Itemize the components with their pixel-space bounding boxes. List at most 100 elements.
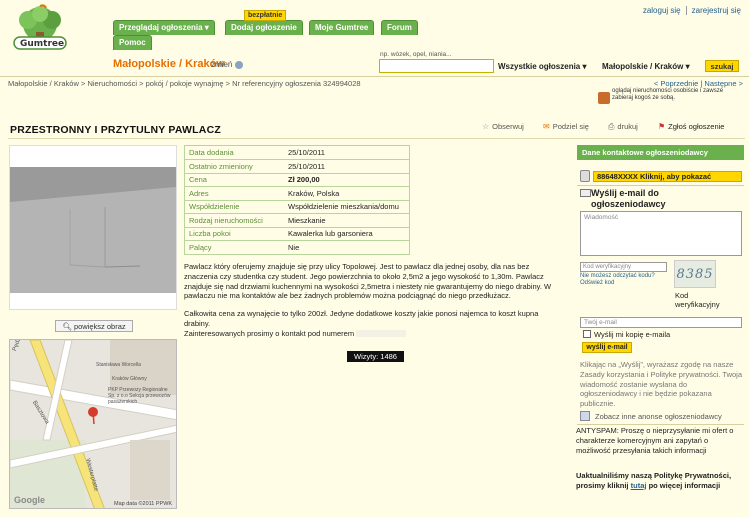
send-copy-checkbox[interactable] bbox=[583, 330, 591, 338]
photo-image bbox=[10, 167, 176, 293]
antispam-notice: ANTYSPAM: Proszę o nieprzysyłanie mi ofe… bbox=[576, 426, 734, 455]
ad-photo[interactable] bbox=[10, 167, 176, 293]
share-icon: ✉ bbox=[543, 122, 550, 131]
view-counter: Wizyty: 1486 bbox=[347, 351, 404, 362]
flag-icon: ⚑ bbox=[658, 122, 666, 131]
table-row: Ostatnio zmieniony 25/10/2011 bbox=[185, 159, 409, 174]
map-brand: Google bbox=[14, 495, 45, 505]
table-row: Współdzielenie Współdzielenie mieszkania/… bbox=[185, 200, 409, 214]
watch-link[interactable]: ☆ Obserwuj bbox=[482, 122, 524, 131]
report-label: Zgłoś ogłoszenie bbox=[668, 122, 725, 131]
send-copy-label: Wyślij mi kopię e-maila bbox=[594, 330, 671, 339]
table-row: Liczba pokoi Kawalerka lub garsoniera bbox=[185, 227, 409, 241]
message-textarea[interactable]: Wiadomość bbox=[580, 211, 742, 256]
chevron-down-icon: ▾ bbox=[582, 62, 587, 71]
report-link[interactable]: ⚑ Zgłoś ogłoszenie bbox=[658, 122, 724, 131]
enlarge-image-button[interactable]: 🔍︎ powiększ obraz bbox=[55, 320, 133, 332]
tab-forum[interactable]: Forum bbox=[381, 20, 418, 35]
location-select[interactable]: Małopolskie / Kraków ▾ bbox=[602, 62, 690, 71]
location-map[interactable]: Pędzichów Stanisława Worcella Kraków Głó… bbox=[9, 339, 177, 509]
description-paragraph: Pawlacz który oferujemy znajduje się prz… bbox=[184, 262, 552, 301]
enlarge-label: powiększ obraz bbox=[73, 322, 126, 331]
detail-key: Liczba pokoi bbox=[185, 227, 284, 241]
description-paragraph: Całkowita cena za wynajęcie to tylko 200… bbox=[184, 309, 539, 328]
globe-icon bbox=[234, 60, 243, 69]
detail-value: Kraków, Polska bbox=[284, 186, 409, 201]
map-copyright: Map data ©2011 PPWK bbox=[114, 501, 173, 507]
watch-label: Obserwuj bbox=[492, 122, 524, 131]
change-location-link[interactable]: zmień bbox=[211, 60, 243, 69]
show-phone-button[interactable]: 88648XXXX Kliknij, aby pokazać bbox=[593, 171, 742, 182]
divider bbox=[577, 185, 744, 186]
category-select-value: Wszystkie ogłoszenia bbox=[498, 62, 581, 71]
detail-value: Współdzielenie mieszkania/domu bbox=[284, 200, 409, 214]
free-badge: bezpłatnie bbox=[244, 10, 287, 21]
breadcrumb-region[interactable]: Małopolskie / Kraków bbox=[8, 79, 79, 88]
detail-value: Nie bbox=[288, 243, 300, 252]
detail-value: Zł 200,00 bbox=[284, 173, 409, 187]
email-field[interactable]: Twój e-mail bbox=[580, 317, 742, 328]
contact-line-text: Zainteresowanych prosimy o kontakt pod n… bbox=[184, 328, 355, 338]
tab-help[interactable]: Pomoc bbox=[113, 35, 152, 50]
privacy-link[interactable]: tutaj bbox=[631, 481, 647, 490]
share-link[interactable]: ✉ Podziel się bbox=[543, 122, 589, 131]
print-link[interactable]: ⎙ drukuj bbox=[608, 122, 638, 132]
divider bbox=[577, 424, 744, 425]
captcha-image: 8385 bbox=[674, 260, 716, 288]
divider bbox=[685, 6, 687, 16]
magnifier-icon: 🔍︎ bbox=[62, 322, 72, 331]
title-divider bbox=[8, 138, 745, 139]
other-ads-link[interactable]: Zobacz inne anonse ogłoszeniodawcy bbox=[595, 412, 722, 421]
table-row: Palący Nie bbox=[185, 241, 409, 255]
category-select[interactable]: Wszystkie ogłoszenia ▾ bbox=[498, 62, 587, 71]
search-input[interactable] bbox=[379, 59, 494, 73]
breadcrumb: Małopolskie / Kraków > Nieruchomości > p… bbox=[8, 79, 361, 88]
detail-key: Adres bbox=[185, 186, 284, 201]
breadcrumb-subcategory[interactable]: pokój / pokoje wynajmę bbox=[146, 79, 224, 88]
detail-value: Mieszkanie bbox=[284, 213, 409, 228]
table-row: Data dodania 25/10/2011 bbox=[185, 146, 409, 160]
register-link[interactable]: zarejestruj się bbox=[692, 6, 741, 15]
map-street-label: Stanisława Worcella bbox=[96, 362, 141, 368]
privacy-notice: Uaktualniliśmy naszą Politykę Prywatnośc… bbox=[576, 471, 744, 491]
gumtree-logo[interactable]: Gumtree bbox=[10, 4, 70, 54]
login-link[interactable]: zaloguj się bbox=[643, 6, 681, 15]
detail-key: Palący bbox=[189, 243, 212, 252]
ad-description: Pawlacz który oferujemy znajduje się prz… bbox=[184, 262, 559, 339]
search-hint: np. wózek, opel, niania... bbox=[380, 51, 452, 58]
next-link[interactable]: Następne > bbox=[704, 79, 743, 88]
detail-key: Cena bbox=[185, 173, 284, 187]
change-location-label: zmień bbox=[211, 60, 233, 69]
table-row: Cena Zł 200,00 bbox=[185, 173, 409, 187]
breadcrumb-category[interactable]: Nieruchomości bbox=[87, 79, 137, 88]
detail-value: 25/10/2011 bbox=[284, 146, 409, 160]
printer-icon: ⎙ bbox=[608, 122, 615, 131]
terms-text: Klikając na „Wyślij”, wyrażasz zgodę na … bbox=[580, 360, 743, 409]
share-label: Podziel się bbox=[552, 122, 589, 131]
safety-notice: oglądaj nieruchomości osobiście i zawsze… bbox=[612, 88, 724, 101]
refresh-captcha-link[interactable]: Nie możesz odczytać kodu? Odśwież kod bbox=[580, 273, 670, 287]
contact-panel-header: Dane kontaktowe ogłoszeniodawcy bbox=[577, 145, 744, 160]
listings-icon bbox=[580, 411, 590, 421]
prev-link[interactable]: < Poprzednie bbox=[654, 79, 698, 88]
logo-text: Gumtree bbox=[20, 39, 65, 49]
tab-my-gumtree[interactable]: Moje Gumtree bbox=[309, 20, 375, 35]
table-row: Adres Kraków, Polska bbox=[185, 186, 409, 201]
table-row: Rodzaj nieruchomości Mieszkanie bbox=[185, 213, 409, 228]
detail-key: Współdzielenie bbox=[185, 200, 284, 214]
privacy-tail: po więcej informacji bbox=[648, 480, 721, 490]
search-button[interactable]: szukaj bbox=[705, 60, 739, 72]
send-email-button[interactable]: wyślij e-mail bbox=[582, 342, 632, 353]
send-email-title: Wyślij e-mail do ogłoszeniodawcy bbox=[591, 188, 666, 209]
breadcrumb-current: Nr referencyjny ogłoszenia 324994028 bbox=[232, 79, 361, 88]
captcha-input[interactable]: Kod weryfikacyjny bbox=[580, 262, 667, 272]
tab-add-ad[interactable]: Dodaj ogłoszenie bbox=[225, 20, 303, 35]
details-table: Data dodania 25/10/2011 Ostatnio zmienion… bbox=[184, 145, 410, 255]
pager: < Poprzednie | Następne > bbox=[653, 79, 743, 88]
detail-value: Kawalerka lub garsoniera bbox=[284, 227, 409, 241]
detail-key: Ostatnio zmieniony bbox=[185, 159, 284, 174]
phone-icon bbox=[580, 170, 590, 182]
contact-line: Zainteresowanych prosimy o kontakt pod n… bbox=[184, 329, 559, 339]
chevron-down-icon: ▾ bbox=[685, 62, 690, 71]
tab-browse-ads[interactable]: Przeglądaj ogłoszenia ▾ bbox=[113, 20, 215, 35]
